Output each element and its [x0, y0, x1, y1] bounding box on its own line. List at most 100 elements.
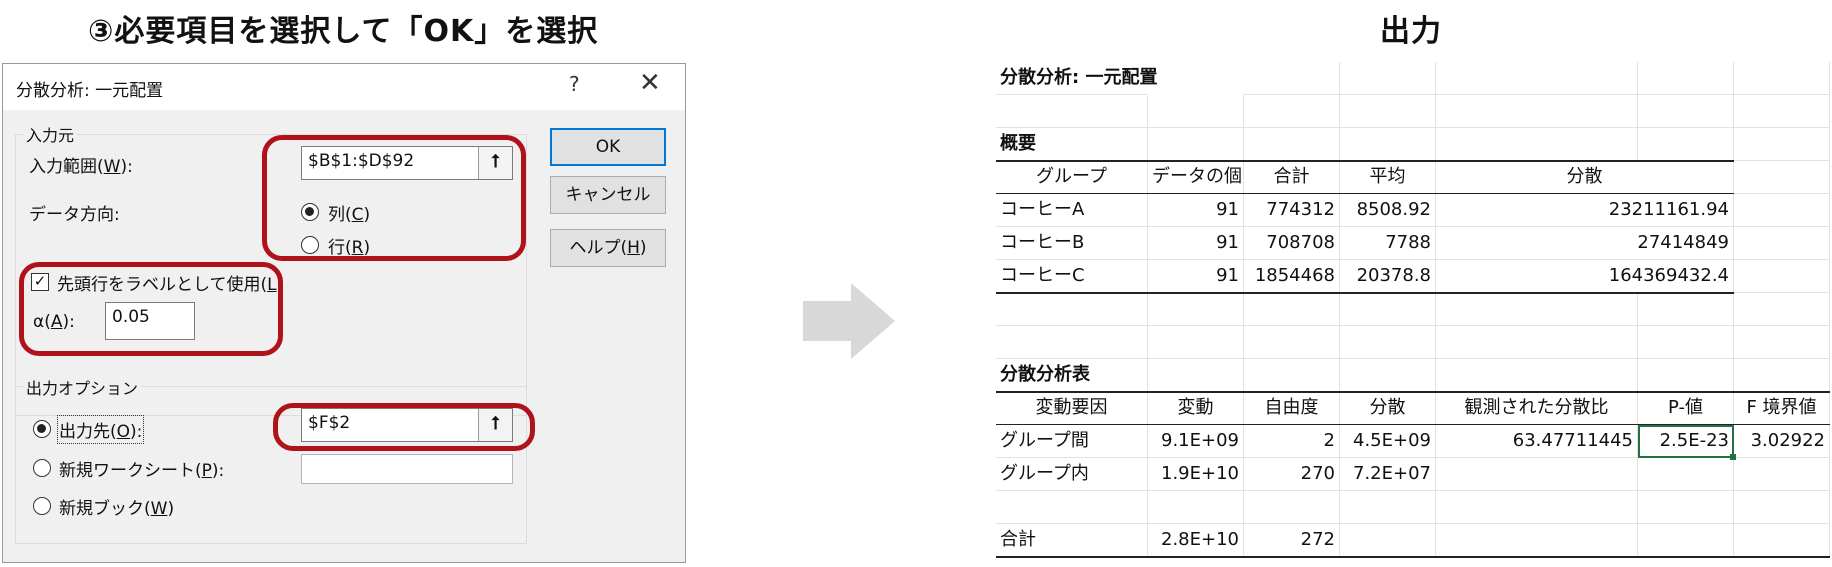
- anova-total-value[interactable]: [1436, 524, 1638, 557]
- summary-value[interactable]: 20378.8: [1340, 260, 1436, 293]
- sheet-cell[interactable]: [1436, 62, 1638, 95]
- anova-total-value[interactable]: 2.8E+10: [1148, 524, 1244, 557]
- sheet-cell[interactable]: [1244, 359, 1340, 392]
- anova-header[interactable]: P-値: [1638, 392, 1734, 425]
- sheet-cell[interactable]: [1148, 293, 1244, 326]
- sheet-cell[interactable]: [1638, 491, 1734, 524]
- summary-header[interactable]: データの個数: [1148, 161, 1244, 194]
- sheet-cell[interactable]: [1436, 293, 1638, 326]
- help-button[interactable]: ヘルプ(H): [550, 229, 666, 267]
- summary-header[interactable]: 分散: [1436, 161, 1734, 194]
- summary-group-name[interactable]: コーヒーC: [996, 260, 1148, 293]
- anova-total-value[interactable]: 272: [1244, 524, 1340, 557]
- new-sheet-name-field[interactable]: [301, 454, 513, 484]
- summary-value[interactable]: 8508.92: [1340, 194, 1436, 227]
- sheet-cell[interactable]: [1734, 194, 1830, 227]
- help-icon[interactable]: ?: [569, 72, 580, 96]
- anova-value[interactable]: 9.1E+09: [1148, 425, 1244, 458]
- sheet-cell[interactable]: [1244, 491, 1340, 524]
- sheet-cell[interactable]: [1340, 62, 1436, 95]
- anova-total-value[interactable]: [1340, 524, 1436, 557]
- sheet-cell[interactable]: [1148, 359, 1244, 392]
- sheet-cell[interactable]: [1638, 359, 1734, 392]
- sheet-cell[interactable]: [1638, 95, 1734, 128]
- anova-value[interactable]: 270: [1244, 458, 1340, 491]
- summary-title[interactable]: 概要: [996, 128, 1148, 161]
- sheet-cell[interactable]: [1244, 62, 1340, 95]
- radio-output-range[interactable]: [33, 420, 51, 438]
- anova-total-value[interactable]: [1638, 524, 1734, 557]
- anova-value[interactable]: 63.47711445: [1436, 425, 1638, 458]
- sheet-cell[interactable]: [996, 326, 1148, 359]
- sheet-cell[interactable]: [1244, 326, 1340, 359]
- sheet-cell[interactable]: [1148, 491, 1244, 524]
- ok-button[interactable]: OK: [550, 128, 666, 166]
- anova-value[interactable]: 2: [1244, 425, 1340, 458]
- sheet-cell[interactable]: [1340, 95, 1436, 128]
- summary-header[interactable]: グループ: [996, 161, 1148, 194]
- sheet-cell[interactable]: [1734, 326, 1830, 359]
- summary-value[interactable]: 23211161.94: [1436, 194, 1734, 227]
- sheet-title[interactable]: 分散分析: 一元配置: [996, 62, 1157, 95]
- anova-title[interactable]: 分散分析表: [996, 359, 1148, 392]
- output-range-label[interactable]: 出力先(O):: [56, 415, 145, 444]
- summary-value[interactable]: 91: [1148, 194, 1244, 227]
- anova-value[interactable]: 1.9E+10: [1148, 458, 1244, 491]
- sheet-cell[interactable]: [1436, 359, 1638, 392]
- sheet-cell[interactable]: [1638, 128, 1734, 161]
- sheet-cell[interactable]: [1340, 491, 1436, 524]
- sheet-cell[interactable]: [1638, 293, 1734, 326]
- sheet-cell[interactable]: [1734, 161, 1830, 194]
- summary-value[interactable]: 708708: [1244, 227, 1340, 260]
- summary-value[interactable]: 164369432.4: [1436, 260, 1734, 293]
- anova-value[interactable]: 7.2E+07: [1340, 458, 1436, 491]
- sheet-cell[interactable]: [1340, 359, 1436, 392]
- summary-header[interactable]: 平均: [1340, 161, 1436, 194]
- new-sheet-label[interactable]: 新規ワークシート(P):: [59, 456, 224, 481]
- sheet-cell[interactable]: [996, 95, 1148, 128]
- sheet-cell[interactable]: [1244, 293, 1340, 326]
- anova-header[interactable]: 観測された分散比: [1436, 392, 1638, 425]
- anova-value[interactable]: [1638, 458, 1734, 491]
- anova-header[interactable]: 変動: [1148, 392, 1244, 425]
- radio-new-sheet[interactable]: [33, 459, 51, 477]
- sheet-cell[interactable]: [1436, 128, 1638, 161]
- anova-header[interactable]: 分散: [1340, 392, 1436, 425]
- sheet-cell[interactable]: [1734, 491, 1830, 524]
- sheet-cell[interactable]: [1244, 95, 1340, 128]
- summary-value[interactable]: 91: [1148, 260, 1244, 293]
- summary-group-name[interactable]: コーヒーA: [996, 194, 1148, 227]
- sheet-cell[interactable]: [1340, 128, 1436, 161]
- sheet-cell[interactable]: [996, 491, 1148, 524]
- sheet-cell[interactable]: [1734, 62, 1830, 95]
- sheet-cell[interactable]: [1638, 326, 1734, 359]
- anova-total-value[interactable]: [1734, 524, 1830, 557]
- summary-value[interactable]: 774312: [1244, 194, 1340, 227]
- summary-header[interactable]: 合計: [1244, 161, 1340, 194]
- summary-group-name[interactable]: コーヒーB: [996, 227, 1148, 260]
- sheet-cell[interactable]: [996, 293, 1148, 326]
- anova-total-label[interactable]: 合計: [996, 524, 1148, 557]
- summary-value[interactable]: 27414849: [1436, 227, 1734, 260]
- close-icon[interactable]: ✕: [639, 68, 661, 98]
- new-book-label[interactable]: 新規ブック(W): [59, 494, 174, 519]
- sheet-cell[interactable]: [1638, 62, 1734, 95]
- cancel-button[interactable]: キャンセル: [550, 176, 666, 214]
- sheet-cell[interactable]: [1734, 227, 1830, 260]
- anova-header[interactable]: 変動要因: [996, 392, 1148, 425]
- sheet-cell[interactable]: [1436, 326, 1638, 359]
- anova-value[interactable]: [1734, 458, 1830, 491]
- summary-value[interactable]: 7788: [1340, 227, 1436, 260]
- summary-value[interactable]: 1854468: [1244, 260, 1340, 293]
- sheet-cell[interactable]: [1340, 326, 1436, 359]
- sheet-cell[interactable]: [1734, 293, 1830, 326]
- summary-value[interactable]: 91: [1148, 227, 1244, 260]
- sheet-cell[interactable]: [1340, 293, 1436, 326]
- sheet-cell[interactable]: [1244, 128, 1340, 161]
- sheet-cell[interactable]: [1734, 128, 1830, 161]
- anova-header[interactable]: F 境界値: [1734, 392, 1830, 425]
- anova-header[interactable]: 自由度: [1244, 392, 1340, 425]
- radio-new-book[interactable]: [33, 497, 51, 515]
- anova-source[interactable]: グループ内: [996, 458, 1148, 491]
- anova-value[interactable]: 4.5E+09: [1340, 425, 1436, 458]
